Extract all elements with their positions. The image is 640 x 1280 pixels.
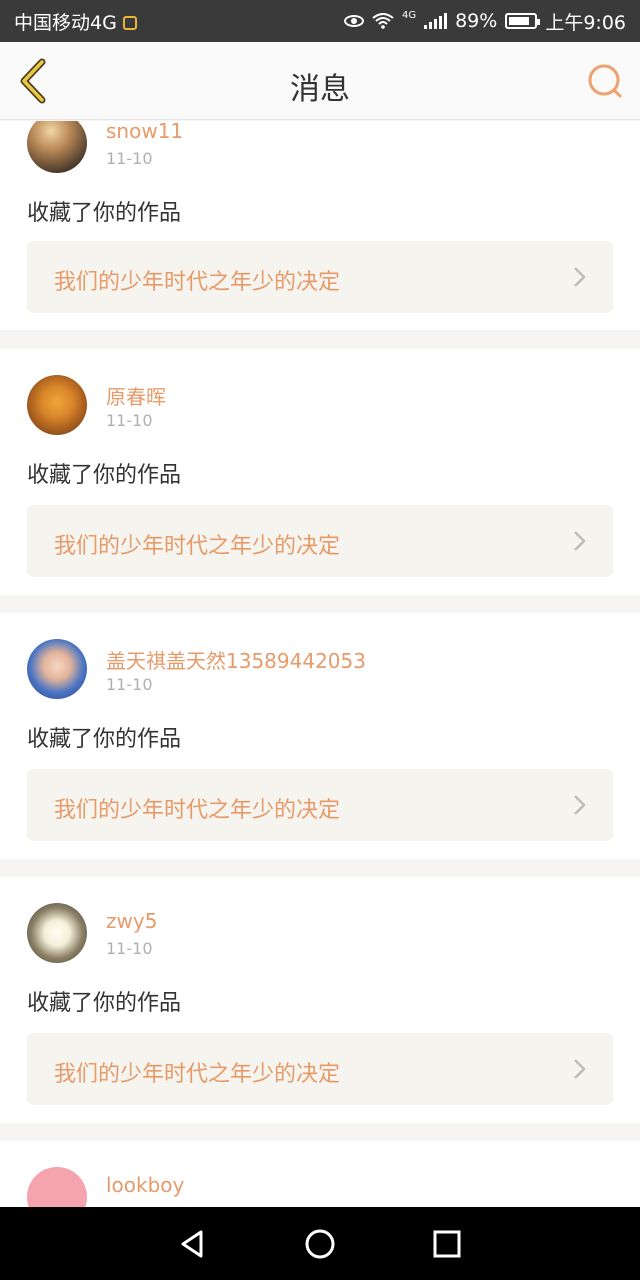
- work-title: 我们的少年时代之年少的决定: [54, 270, 341, 295]
- network-type-label: 4G: [401, 9, 417, 21]
- message-card: 盖天祺盖天然13589442053 11-10 收藏了你的作品 我们的少年时代之…: [0, 613, 640, 859]
- search-icon[interactable]: [586, 62, 624, 100]
- work-link[interactable]: 我们的少年时代之年少的决定: [27, 505, 613, 577]
- page-title: 消息: [290, 72, 350, 107]
- nav-recents-button[interactable]: [427, 1224, 467, 1264]
- message-action: 收藏了你的作品: [27, 991, 182, 1016]
- message-action: 收藏了你的作品: [27, 201, 182, 226]
- sunset-avatar[interactable]: [27, 121, 87, 173]
- flower-avatar[interactable]: [27, 903, 87, 963]
- username[interactable]: snow11: [106, 121, 183, 143]
- status-right: 4G 89% 上午9:06: [343, 8, 626, 35]
- status-left: 中国移动4G: [14, 8, 137, 35]
- battery-icon: [505, 13, 541, 29]
- status-bar: 中国移动4G 4G 89% 上午9:06: [0, 0, 640, 42]
- username[interactable]: 原春晖: [106, 381, 166, 410]
- wifi-icon: [372, 13, 394, 29]
- work-title: 我们的少年时代之年少的决定: [54, 798, 341, 823]
- username[interactable]: zwy5: [106, 909, 157, 933]
- eye-icon: [343, 15, 364, 27]
- nav-home-button[interactable]: [300, 1224, 340, 1264]
- pink-avatar[interactable]: [27, 1167, 87, 1207]
- message-date: 11-10: [106, 411, 153, 430]
- chevron-right-icon: [574, 795, 586, 815]
- nav-back-button[interactable]: [173, 1224, 213, 1264]
- autumn-tree-avatar[interactable]: [27, 375, 87, 435]
- chevron-right-icon: [574, 531, 586, 551]
- clock: 上午9:06: [545, 11, 626, 34]
- work-link[interactable]: 我们的少年时代之年少的决定: [27, 769, 613, 841]
- lock-icon: [122, 16, 137, 30]
- work-link[interactable]: 我们的少年时代之年少的决定: [27, 241, 613, 313]
- username[interactable]: lookboy: [106, 1173, 184, 1197]
- message-card: zwy5 11-10 收藏了你的作品 我们的少年时代之年少的决定: [0, 877, 640, 1123]
- work-link[interactable]: 我们的少年时代之年少的决定: [27, 1033, 613, 1105]
- system-nav-bar: [0, 1207, 640, 1280]
- battery-percent: 89%: [455, 10, 498, 32]
- message-action: 收藏了你的作品: [27, 727, 182, 752]
- chevron-right-icon: [574, 1059, 586, 1079]
- signal-icon: [424, 13, 448, 29]
- message-date: 11-10: [106, 149, 153, 168]
- work-title: 我们的少年时代之年少的决定: [54, 534, 341, 559]
- message-card: 原春晖 11-10 收藏了你的作品 我们的少年时代之年少的决定: [0, 349, 640, 595]
- message-date: 11-10: [106, 939, 153, 958]
- top-header: 消息: [0, 42, 640, 120]
- message-card: lookboy: [0, 1141, 640, 1207]
- carrier-label: 中国移动4G: [14, 11, 117, 34]
- chevron-right-icon: [574, 267, 586, 287]
- message-action: 收藏了你的作品: [27, 463, 182, 488]
- message-date: 11-10: [106, 675, 153, 694]
- message-list[interactable]: snow11 11-10 收藏了你的作品 我们的少年时代之年少的决定 原春晖 1…: [0, 121, 640, 1207]
- work-title: 我们的少年时代之年少的决定: [54, 1062, 341, 1087]
- message-card: snow11 11-10 收藏了你的作品 我们的少年时代之年少的决定: [0, 121, 640, 330]
- username[interactable]: 盖天祺盖天然13589442053: [106, 645, 366, 674]
- girl-avatar[interactable]: [27, 639, 87, 699]
